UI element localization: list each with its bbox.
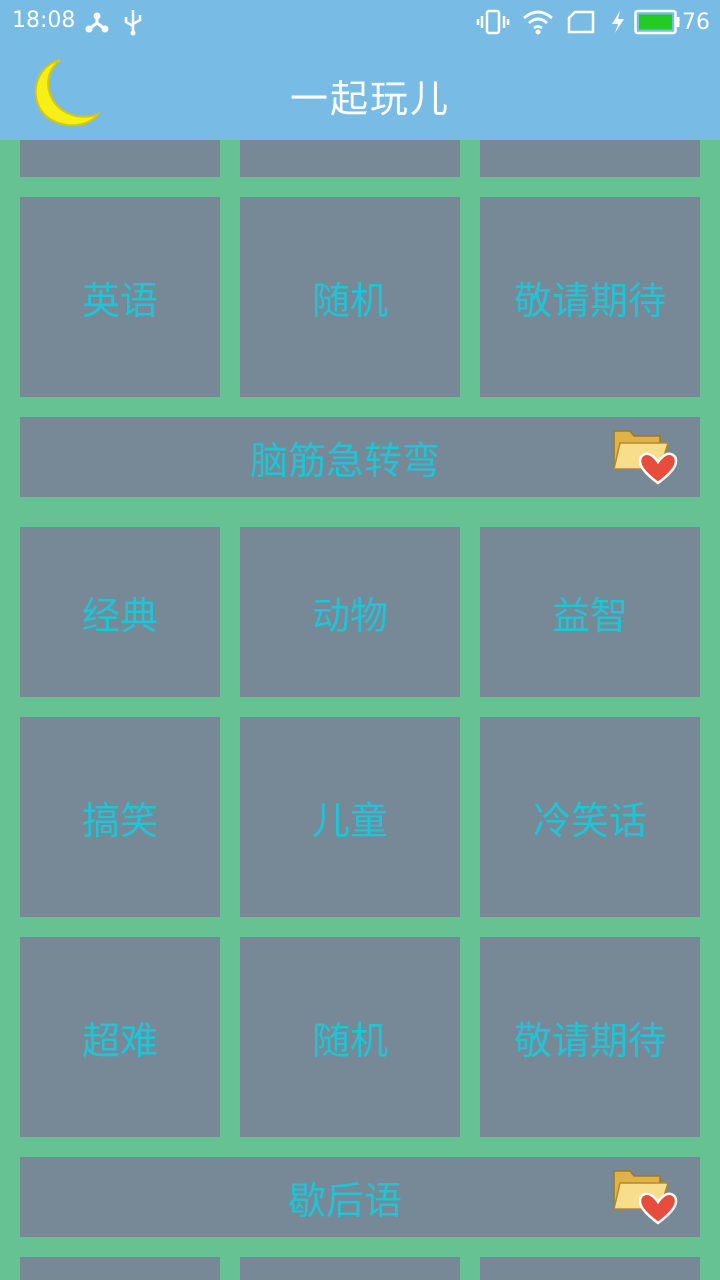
tile-english-random[interactable]: 随机 — [240, 197, 460, 397]
wifi-icon — [522, 8, 554, 36]
tile-english[interactable]: 英语 — [20, 197, 220, 397]
section-title: 脑筋急转弯 — [249, 438, 440, 483]
usb-icon — [122, 8, 144, 36]
tile-coming-soon[interactable]: 敬请期待 — [480, 937, 700, 1137]
section-brain-teaser[interactable]: 脑筋急转弯 — [20, 417, 700, 497]
category-tile-partial[interactable] — [480, 1257, 700, 1280]
vibrate-icon — [476, 8, 510, 36]
battery-level: 76 — [682, 9, 710, 35]
favorite-folder-icon[interactable] — [612, 423, 678, 485]
status-bar: 18:08 76 — [0, 0, 720, 44]
tile-random[interactable]: 随机 — [240, 937, 460, 1137]
section-title: 歇后语 — [287, 1178, 402, 1223]
category-tile-partial[interactable] — [20, 1257, 220, 1280]
tile-cold-joke[interactable]: 冷笑话 — [480, 717, 700, 917]
category-grid[interactable]: 英语 随机 敬请期待 脑筋急转弯 经典 动物 益智 搞笑 儿童 冷笑话 超难 随… — [0, 140, 720, 1280]
status-time: 18:08 — [12, 8, 76, 33]
tile-animal[interactable]: 动物 — [240, 527, 460, 697]
app-bar: 一起玩儿 — [0, 44, 720, 140]
tile-children[interactable]: 儿童 — [240, 717, 460, 917]
category-tile-partial[interactable] — [480, 140, 700, 177]
tile-funny[interactable]: 搞笑 — [20, 717, 220, 917]
tile-coming-soon[interactable]: 敬请期待 — [480, 197, 700, 397]
tile-hard[interactable]: 超难 — [20, 937, 220, 1137]
category-tile-partial[interactable] — [240, 1257, 460, 1280]
category-tile-partial[interactable] — [240, 140, 460, 177]
sim-icon — [567, 8, 595, 36]
tile-classic[interactable]: 经典 — [20, 527, 220, 697]
page-title: 一起玩儿 — [289, 77, 450, 121]
section-xiehouyu[interactable]: 歇后语 — [20, 1157, 700, 1237]
battery-icon — [634, 8, 680, 36]
tile-puzzle[interactable]: 益智 — [480, 527, 700, 697]
category-tile-partial[interactable] — [20, 140, 220, 177]
charging-icon — [610, 8, 626, 36]
favorite-folder-icon[interactable] — [612, 1163, 678, 1225]
share-icon — [84, 8, 110, 36]
